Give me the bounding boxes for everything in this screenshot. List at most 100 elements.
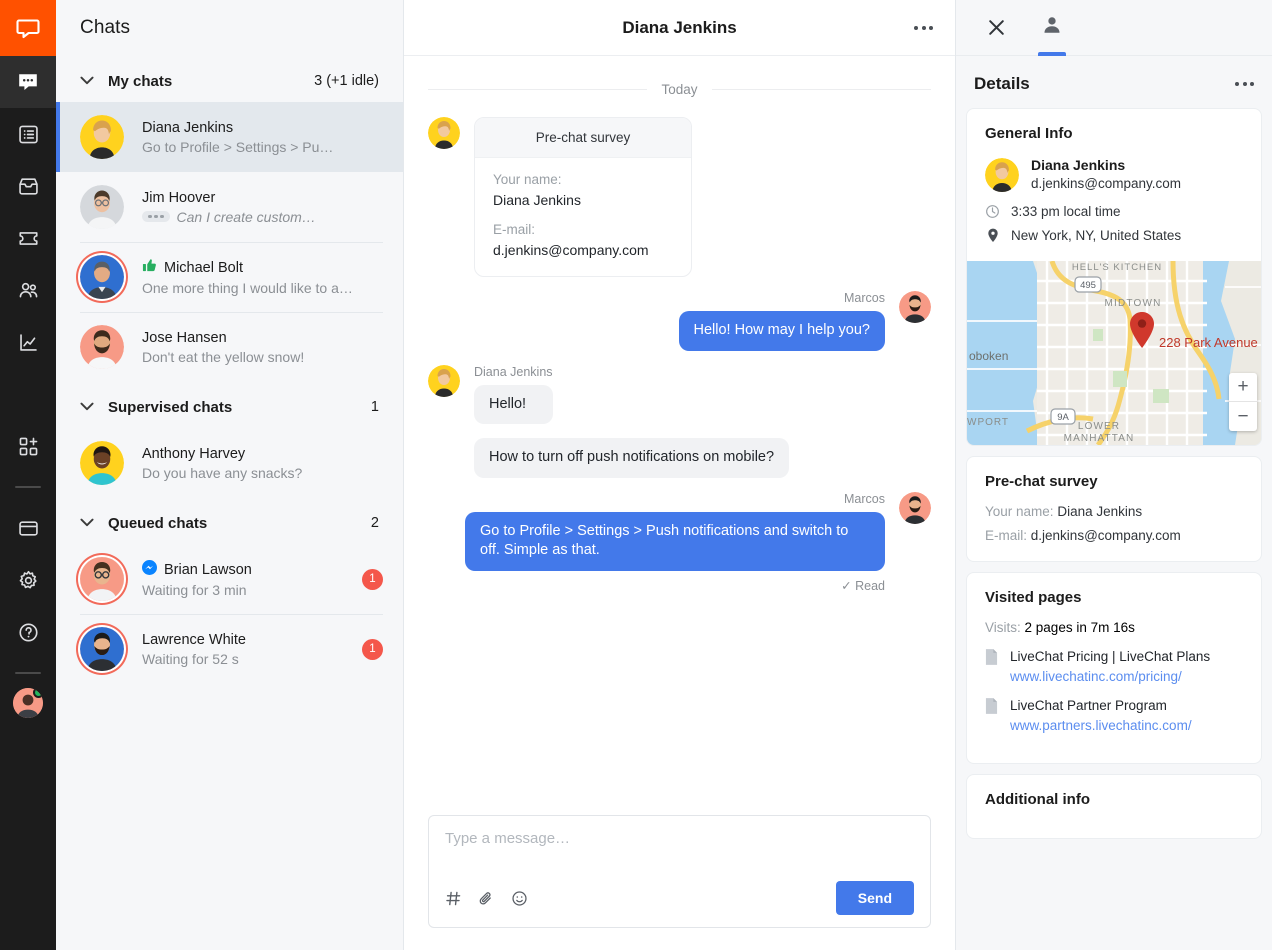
rating-thumbs-up-icon [142,258,157,277]
chat-preview: Waiting for 3 min [142,582,354,598]
rail-item-settings[interactable] [0,554,56,606]
map-location-pin-icon [1127,311,1157,354]
svg-text:MANHATTAN: MANHATTAN [1064,433,1135,444]
avatar [80,557,124,601]
chat-name-text: Anthony Harvey [142,446,245,462]
message-author: Marcos [844,291,885,305]
visited-page-url[interactable]: www.livechatinc.com/pricing/ [1010,669,1182,684]
chat-list-title: Chats [80,17,130,39]
current-agent-avatar[interactable] [13,688,43,718]
svg-text:495: 495 [1080,280,1096,291]
chat-customer-name: Jim Hoover [142,190,383,206]
avatar [985,158,1019,192]
avatar [899,291,931,323]
visits-label: Visits: [985,620,1021,635]
message-author: Diana Jenkins [474,365,553,379]
rail-item-apps[interactable] [0,420,56,472]
chat-preview-text: One more thing I would like to a… [142,280,353,296]
close-icon[interactable] [974,0,1018,56]
day-separator: Today [428,82,931,97]
chat-options-more-icon[interactable] [914,26,933,30]
message-list: Marcos Hello! How may I help you? Diana … [428,291,931,593]
visited-page-item[interactable]: LiveChat Pricing | LiveChat Plans www.li… [985,647,1243,686]
chat-list-item[interactable]: Jim Hoover Can I create custom… [56,172,403,242]
customer-email: d.jenkins@company.com [1031,175,1181,193]
rail-item-tickets[interactable] [0,212,56,264]
unread-badge: 1 [362,639,383,660]
avatar [899,492,931,524]
details-tab-bar [956,0,1272,56]
chat-list-body[interactable]: My chats 3 (+1 idle) Diana Jenkins Go to… [56,56,403,950]
details-panel: Details General Info Diana Jenkins d.jen… [955,0,1272,950]
rail-item-inbox[interactable] [0,160,56,212]
message-row: Diana Jenkins Hello! [428,365,931,425]
visited-pages-card: Visited pages Visits: 2 pages in 7m 16s … [966,572,1262,764]
rail-item-help[interactable] [0,606,56,658]
canned-response-hash-icon[interactable] [445,890,462,907]
chat-list-panel: Chats My chats 3 (+1 idle) Diana Jenkins… [56,0,404,950]
list-divider [80,312,383,313]
chat-customer-name: Michael Bolt [142,258,383,277]
map-zoom-out-button[interactable]: − [1229,402,1257,431]
chat-list-item[interactable]: Diana Jenkins Go to Profile > Settings >… [56,102,403,172]
chat-name-text: Michael Bolt [164,260,243,276]
prechat-email-row: E-mail: d.jenkins@company.com [985,528,1243,543]
avatar [80,441,124,485]
emoji-smiley-icon[interactable] [511,890,528,907]
svg-text:9A: 9A [1057,412,1069,423]
map-zoom-in-button[interactable]: + [1229,373,1257,402]
archives-icon [17,123,40,146]
chat-list-item[interactable]: Jose Hansen Don't eat the yellow snow! [56,312,403,382]
rail-item-archives[interactable] [0,108,56,160]
rail-item-reports[interactable] [0,316,56,368]
chat-name-text: Diana Jenkins [142,120,233,136]
chat-group-header[interactable]: My chats 3 (+1 idle) [56,56,403,102]
details-more-options-icon[interactable] [1235,82,1254,86]
chevron-down-icon[interactable] [80,72,98,90]
chat-feed-title: Diana Jenkins [622,18,736,38]
chat-group-name: My chats [108,73,314,90]
message-input[interactable] [445,830,914,881]
chat-group-name: Supervised chats [108,399,371,416]
chat-preview-text: Do you have any snacks? [142,465,302,481]
chat-preview: Waiting for 52 s [142,651,354,667]
chat-customer-name: Diana Jenkins [142,120,383,136]
general-info-title: General Info [985,125,1243,142]
avatar [428,365,460,397]
chat-group-header[interactable]: Supervised chats 1 [56,382,403,428]
day-separator-label: Today [661,82,697,97]
chat-list-item[interactable]: Anthony Harvey Do you have any snacks? [56,428,403,498]
visits-row: Visits: 2 pages in 7m 16s [985,620,1243,635]
pre-chat-survey-card-header: Pre-chat survey [475,118,691,158]
chevron-down-icon[interactable] [80,398,98,416]
chat-list-header: Chats [56,0,403,56]
customer-location-map[interactable]: 495 9A HELL'S KITCHEN MIDTOWN oboken WPO… [967,261,1261,445]
tickets-icon [17,227,40,250]
customer-local-time-row: 3:33 pm local time [985,204,1243,219]
chat-preview-text: Waiting for 52 s [142,651,239,667]
visited-page-item[interactable]: LiveChat Partner Program www.partners.li… [985,696,1243,735]
rail-item-team[interactable] [0,264,56,316]
unread-badge: 1 [362,569,383,590]
message-composer[interactable]: Send [428,815,931,928]
rail-item-billing[interactable] [0,502,56,554]
livechat-logo-icon[interactable] [0,0,56,56]
chat-list-item[interactable]: Lawrence White Waiting for 52 s 1 [56,614,403,684]
survey-name-label: Your name: [493,172,673,187]
visited-page-url[interactable]: www.partners.livechatinc.com/ [1010,718,1192,733]
attachment-paperclip-icon[interactable] [478,890,495,907]
chat-group-header[interactable]: Queued chats 2 [56,498,403,544]
rail-item-chats[interactable] [0,56,56,108]
tab-customer-details[interactable] [1030,0,1074,56]
map-zoom-controls[interactable]: + − [1229,373,1257,431]
chat-list-item[interactable]: Michael Bolt One more thing I would like… [56,242,403,312]
chevron-down-icon[interactable] [80,514,98,532]
billing-icon [17,517,40,540]
navigation-rail [0,0,56,950]
chat-list-item[interactable]: Brian Lawson Waiting for 3 min 1 [56,544,403,614]
send-button[interactable]: Send [836,881,914,915]
chat-preview: Go to Profile > Settings > Pu… [142,139,383,155]
avatar [428,117,460,149]
chat-preview: Can I create custom… [142,209,383,225]
page-document-icon [985,698,999,735]
